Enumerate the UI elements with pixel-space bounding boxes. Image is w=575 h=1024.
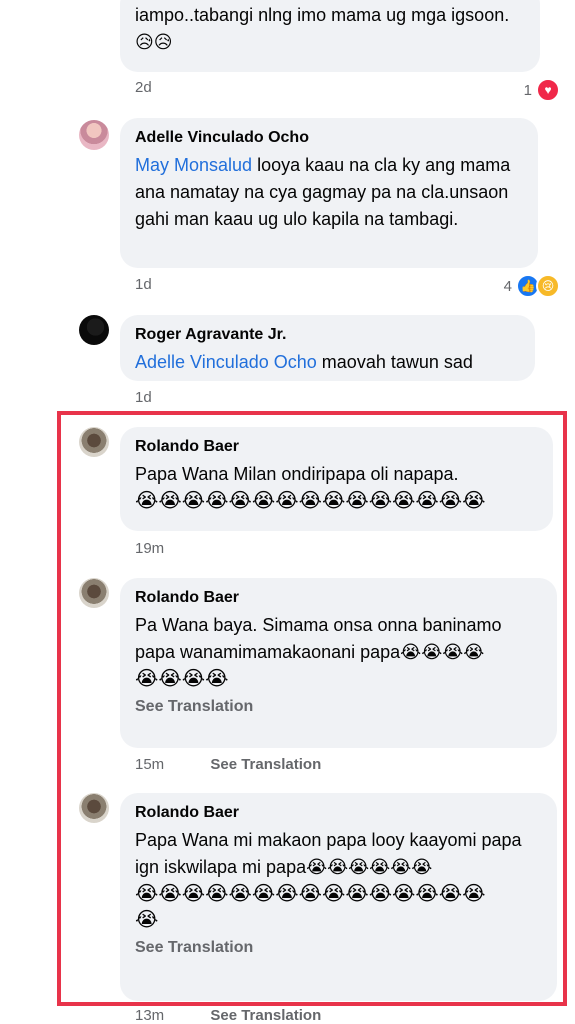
comment-time[interactable]: 15m: [135, 756, 164, 773]
see-translation-button[interactable]: See Translation: [210, 1007, 321, 1024]
avatar[interactable]: [79, 315, 109, 345]
comment-bubble[interactable]: Rolando Baer Papa Wana mi makaon papa lo…: [120, 793, 557, 1001]
comment-time[interactable]: 1d: [135, 276, 152, 293]
mention-link[interactable]: Adelle Vinculado Ocho: [135, 352, 317, 372]
reaction-count: 1: [523, 81, 532, 99]
comment-bubble[interactable]: iampo..tabangi nlng imo mama ug mga igso…: [120, 0, 540, 72]
emoji-row: 😭: [135, 909, 159, 931]
avatar[interactable]: [79, 427, 109, 457]
comment-time[interactable]: 1d: [135, 389, 152, 406]
author-name[interactable]: Rolando Baer: [135, 437, 538, 457]
author-name[interactable]: Rolando Baer: [135, 803, 542, 823]
comment-meta: 1d: [135, 276, 152, 293]
emoji-row: 😭😭😭😭😭😭😭😭😭😭😭😭😭😭😭: [135, 490, 486, 512]
see-translation-link[interactable]: See Translation: [135, 939, 542, 957]
reaction-count: 4: [503, 277, 512, 295]
see-translation-link[interactable]: See Translation: [135, 698, 542, 716]
see-translation-button[interactable]: See Translation: [210, 756, 321, 773]
mention-link[interactable]: May Monsalud: [135, 155, 252, 175]
comment-text: May Monsalud looya kaau na cla ky ang ma…: [135, 152, 523, 233]
author-name[interactable]: Rolando Baer: [135, 588, 542, 608]
comment-meta: 1d: [135, 389, 152, 406]
heart-icon: ♥: [536, 78, 560, 102]
comment-text: Papa Wana Milan ondiripapa oli napapa.: [135, 464, 459, 484]
sad-icon: 😢: [536, 274, 560, 298]
avatar[interactable]: [79, 578, 109, 608]
author-name[interactable]: Roger Agravante Jr.: [135, 325, 520, 345]
author-name[interactable]: Adelle Vinculado Ocho: [135, 128, 523, 148]
comment-bubble[interactable]: Rolando Baer Pa Wana baya. Simama onsa o…: [120, 578, 557, 748]
comment-text: iampo..tabangi nlng imo mama ug mga igso…: [135, 5, 510, 52]
comment-meta: 13m See Translation: [135, 1007, 321, 1024]
comment-text: Pa Wana baya. Simama onsa onna baninamo …: [135, 615, 502, 662]
avatar[interactable]: [79, 793, 109, 823]
reaction-summary[interactable]: 4 👍 😢: [504, 274, 560, 298]
comment-meta: 15m See Translation: [135, 756, 321, 773]
emoji-row: 😭😭😭😭😭😭😭😭😭😭😭😭😭😭😭: [135, 883, 486, 905]
emoji-row: 😭😭😭😭: [135, 668, 229, 690]
comment-meta: 2d: [135, 79, 152, 96]
reaction-summary[interactable]: 1 ♥: [524, 78, 560, 102]
comment-bubble[interactable]: Rolando Baer Papa Wana Milan ondiripapa …: [120, 427, 553, 531]
comment-body: maovah tawun sad: [316, 352, 473, 372]
comment-text: Papa Wana mi makaon papa looy kaayomi pa…: [135, 830, 522, 877]
comment-time[interactable]: 13m: [135, 1007, 164, 1024]
comment-time[interactable]: 2d: [135, 79, 152, 96]
avatar[interactable]: [79, 120, 109, 150]
comment-time[interactable]: 19m: [135, 540, 164, 557]
comment-bubble[interactable]: Roger Agravante Jr. Adelle Vinculado Och…: [120, 315, 535, 381]
comment-meta: 19m: [135, 540, 164, 557]
comment-text: Adelle Vinculado Ocho maovah tawun sad: [135, 349, 520, 376]
comment-bubble[interactable]: Adelle Vinculado Ocho May Monsalud looya…: [120, 118, 538, 268]
